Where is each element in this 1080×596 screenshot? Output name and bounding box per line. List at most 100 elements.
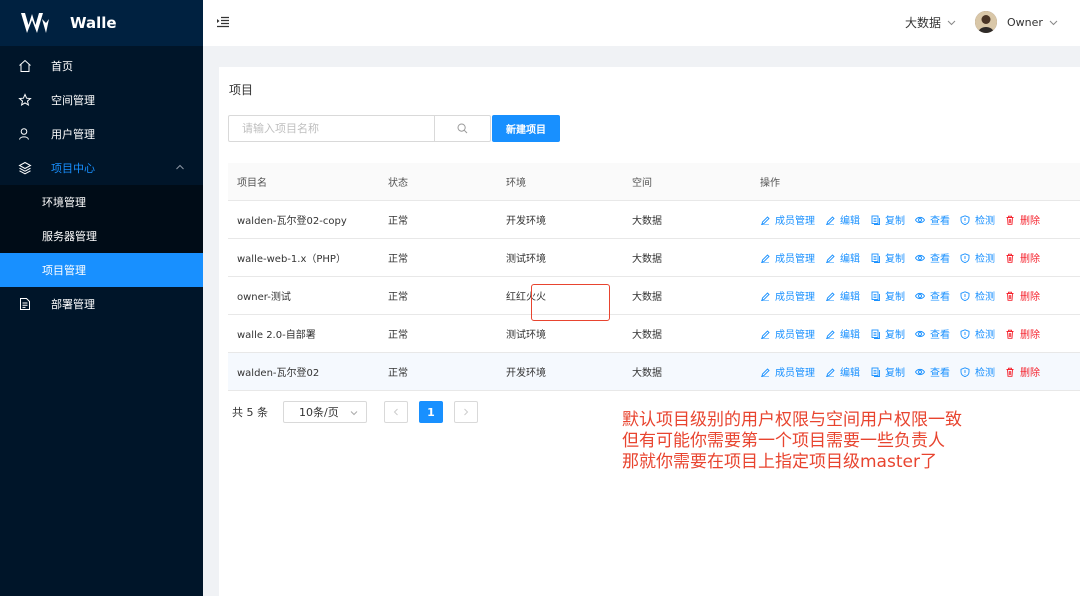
menu-fold-icon[interactable] [216, 16, 230, 29]
chevron-left-icon [393, 408, 398, 416]
cell-space: 大数据 [632, 254, 662, 265]
cell-project-name: owner-测试 [237, 292, 291, 303]
search-button[interactable] [434, 116, 490, 141]
annotation-text: 默认项目级别的用户权限与空间用户权限一致 但有可能你需要第一个项目需要一些负责人… [622, 410, 962, 473]
view-button[interactable]: 查看 [915, 250, 950, 265]
delete-button[interactable]: 删除 [1005, 288, 1040, 303]
sidebar-item-label: 首页 [51, 60, 73, 73]
action-label: 检测 [975, 254, 995, 265]
sidebar-subitem-servers[interactable]: 服务器管理 [0, 219, 203, 253]
table-body: walden-瓦尔登02-copy 正常 开发环境 大数据 成员管理 编辑 复制 查看 检测 删除… [228, 201, 1080, 391]
edit-button[interactable]: 编辑 [825, 326, 860, 341]
members-button[interactable]: 成员管理 [760, 326, 815, 341]
members-button[interactable]: 成员管理 [760, 364, 815, 379]
column-header-status: 状态 [388, 178, 408, 189]
action-label: 查看 [930, 254, 950, 265]
action-label: 成员管理 [775, 254, 815, 265]
user-menu[interactable]: Owner [975, 11, 1058, 33]
action-label: 成员管理 [775, 216, 815, 227]
edit-icon [761, 291, 770, 301]
view-button[interactable]: 查看 [915, 326, 950, 341]
cell-project-name: walden-瓦尔登02-copy [237, 216, 347, 227]
members-button[interactable]: 成员管理 [760, 288, 815, 303]
members-button[interactable]: 成员管理 [760, 250, 815, 265]
column-header-env: 环境 [506, 178, 526, 189]
trash-icon [1006, 253, 1014, 263]
trash-icon [1006, 291, 1014, 301]
annotation-line: 默认项目级别的用户权限与空间用户权限一致 [622, 410, 962, 430]
edit-icon [826, 329, 835, 339]
prev-page-button[interactable] [384, 401, 408, 423]
sidebar-item-space[interactable]: 空间管理 [0, 83, 203, 117]
page-size-select[interactable]: 10条/页 [283, 401, 367, 423]
sidebar-subitem-environments[interactable]: 环境管理 [0, 185, 203, 219]
action-label: 检测 [975, 330, 995, 341]
action-label: 删除 [1020, 292, 1040, 303]
action-label: 编辑 [840, 216, 860, 227]
trash-icon [1006, 367, 1014, 377]
cell-actions: 成员管理 编辑 复制 查看 检测 删除 [752, 250, 1080, 265]
cell-project-name: walle-web-1.x（PHP） [237, 254, 346, 265]
action-label: 查看 [930, 368, 950, 379]
edit-icon [761, 215, 770, 225]
check-button[interactable]: 检测 [960, 212, 995, 227]
user-icon [18, 127, 32, 141]
delete-button[interactable]: 删除 [1005, 250, 1040, 265]
action-label: 检测 [975, 292, 995, 303]
check-button[interactable]: 检测 [960, 250, 995, 265]
delete-button[interactable]: 删除 [1005, 326, 1040, 341]
shield-icon [960, 214, 970, 225]
cell-status: 正常 [388, 216, 408, 227]
view-button[interactable]: 查看 [915, 288, 950, 303]
cell-project-name: walle 2.0-自部署 [237, 330, 316, 341]
edit-button[interactable]: 编辑 [825, 288, 860, 303]
sidebar-subitem-projects[interactable]: 项目管理 [0, 253, 203, 287]
sidebar-item-label: 部署管理 [51, 298, 95, 311]
current-space: 大数据 [905, 16, 942, 30]
edit-button[interactable]: 编辑 [825, 364, 860, 379]
copy-button[interactable]: 复制 [870, 212, 905, 227]
cell-status: 正常 [388, 292, 408, 303]
view-button[interactable]: 查看 [915, 212, 950, 227]
cell-space: 大数据 [632, 368, 662, 379]
trash-icon [1006, 215, 1014, 225]
next-page-button[interactable] [454, 401, 478, 423]
home-icon [18, 59, 32, 73]
action-label: 编辑 [840, 368, 860, 379]
view-button[interactable]: 查看 [915, 364, 950, 379]
cell-environment: 测试环境 [506, 254, 546, 265]
check-button[interactable]: 检测 [960, 288, 995, 303]
edit-button[interactable]: 编辑 [825, 250, 860, 265]
copy-button[interactable]: 复制 [870, 250, 905, 265]
check-button[interactable]: 检测 [960, 364, 995, 379]
edit-button[interactable]: 编辑 [825, 212, 860, 227]
delete-button[interactable]: 删除 [1005, 364, 1040, 379]
action-label: 查看 [930, 292, 950, 303]
sidebar-item-users[interactable]: 用户管理 [0, 117, 203, 151]
content-card: 项目 新建项目 项目名 状态 环境 空间 操作 walden-瓦尔登02-cop… [219, 67, 1080, 596]
action-label: 查看 [930, 330, 950, 341]
check-button[interactable]: 检测 [960, 326, 995, 341]
space-switcher[interactable]: 大数据 [905, 14, 956, 31]
sidebar-subitem-label: 项目管理 [42, 264, 86, 277]
delete-button[interactable]: 删除 [1005, 212, 1040, 227]
logo[interactable]: Walle [0, 0, 203, 46]
members-button[interactable]: 成员管理 [760, 212, 815, 227]
chevron-down-icon [947, 20, 956, 26]
cell-actions: 成员管理 编辑 复制 查看 检测 删除 [752, 364, 1080, 379]
eye-icon [915, 330, 925, 337]
table-row: walden-瓦尔登02-copy 正常 开发环境 大数据 成员管理 编辑 复制 查看 检测 删除 [228, 201, 1080, 239]
copy-button[interactable]: 复制 [870, 364, 905, 379]
search-input[interactable] [229, 116, 435, 141]
copy-button[interactable]: 复制 [870, 326, 905, 341]
new-project-button[interactable]: 新建项目 [492, 115, 560, 142]
page-button-current[interactable]: 1 [419, 401, 443, 423]
walle-logo-icon [21, 13, 49, 33]
sidebar-item-project-center[interactable]: 项目中心 [0, 151, 203, 185]
sidebar-item-deploy[interactable]: 部署管理 [0, 287, 203, 321]
action-label: 检测 [975, 368, 995, 379]
sidebar-item-home[interactable]: 首页 [0, 49, 203, 83]
column-header-actions: 操作 [760, 178, 780, 189]
eye-icon [915, 216, 925, 223]
copy-button[interactable]: 复制 [870, 288, 905, 303]
